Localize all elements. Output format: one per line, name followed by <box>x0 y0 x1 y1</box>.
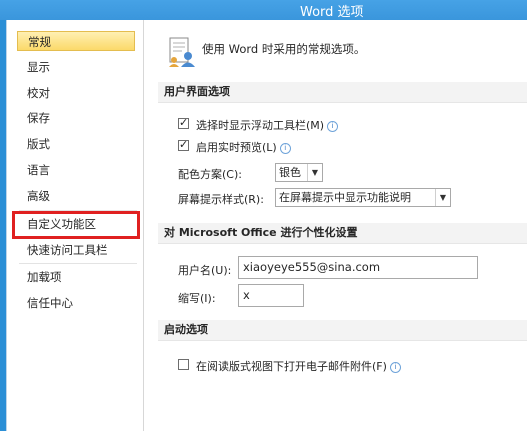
info-icon[interactable]: i <box>389 361 401 373</box>
live-preview-checkbox[interactable] <box>178 138 189 151</box>
sidebar-item-quick-access-toolbar[interactable]: 快速访问工具栏 <box>17 240 135 260</box>
tooltip-style-label: 屏幕提示样式(R): <box>178 193 264 206</box>
live-preview-row: 启用实时预览(L) i <box>196 139 291 155</box>
live-preview-label: 启用实时预览(L) <box>196 141 277 154</box>
username-field[interactable]: xiaoyeye555@sina.com <box>238 256 478 279</box>
title-bar: Word 选项 <box>0 0 527 20</box>
general-options-icon <box>169 37 195 67</box>
info-icon[interactable]: i <box>327 120 339 132</box>
minitoolbar-row: 选择时显示浮动工具栏(M) i <box>196 117 339 133</box>
sidebar-item-trust-center[interactable]: 信任中心 <box>17 293 135 313</box>
sidebar-item-save[interactable]: 保存 <box>17 108 135 128</box>
section-header-personalize: 对 Microsoft Office 进行个性化设置 <box>158 223 527 244</box>
minitoolbar-label: 选择时显示浮动工具栏(M) <box>196 119 325 132</box>
reading-view-label: 在阅读版式视图下打开电子邮件附件(F) <box>196 360 387 373</box>
minitoolbar-checkbox[interactable] <box>178 116 189 129</box>
color-scheme-value: 银色 <box>279 166 301 179</box>
sidebar-divider <box>19 263 137 264</box>
username-label: 用户名(U): <box>178 264 232 277</box>
options-dialog: 常规 显示 校对 保存 版式 语言 高级 自定义功能区 快速访问工具栏 加载项 … <box>6 20 527 431</box>
sidebar-item-general[interactable]: 常规 <box>17 31 135 51</box>
tooltip-style-value: 在屏幕提示中显示功能说明 <box>279 191 411 204</box>
sidebar-item-addins[interactable]: 加载项 <box>17 267 135 287</box>
reading-view-checkbox[interactable] <box>178 359 189 370</box>
sidebar-item-advanced[interactable]: 高级 <box>17 186 135 206</box>
window-title: Word 选项 <box>300 5 364 20</box>
sidebar: 常规 显示 校对 保存 版式 语言 高级 自定义功能区 快速访问工具栏 加载项 … <box>7 20 144 431</box>
reading-view-row: 在阅读版式视图下打开电子邮件附件(F) i <box>196 358 401 374</box>
initials-field[interactable]: x <box>238 284 304 307</box>
tooltip-style-select[interactable]: 在屏幕提示中显示功能说明 ▼ <box>275 188 451 207</box>
info-icon[interactable]: i <box>279 142 291 154</box>
color-scheme-label: 配色方案(C): <box>178 168 242 181</box>
sidebar-item-language[interactable]: 语言 <box>17 160 135 180</box>
sidebar-item-layout[interactable]: 版式 <box>17 134 135 154</box>
highlight-box <box>12 211 140 239</box>
initials-label: 缩写(I): <box>178 292 216 305</box>
main-panel: 使用 Word 时采用的常规选项。 用户界面选项 选择时显示浮动工具栏(M)i … <box>144 20 527 431</box>
chevron-down-icon[interactable]: ▼ <box>307 164 322 181</box>
chevron-down-icon[interactable]: ▼ <box>435 189 450 206</box>
section-header-ui: 用户界面选项 <box>158 82 527 103</box>
sidebar-item-proofing[interactable]: 校对 <box>17 83 135 103</box>
sidebar-item-display[interactable]: 显示 <box>17 57 135 77</box>
section-header-startup: 启动选项 <box>158 320 527 341</box>
intro-text: 使用 Word 时采用的常规选项。 <box>202 42 366 56</box>
color-scheme-select[interactable]: 银色 ▼ <box>275 163 323 182</box>
